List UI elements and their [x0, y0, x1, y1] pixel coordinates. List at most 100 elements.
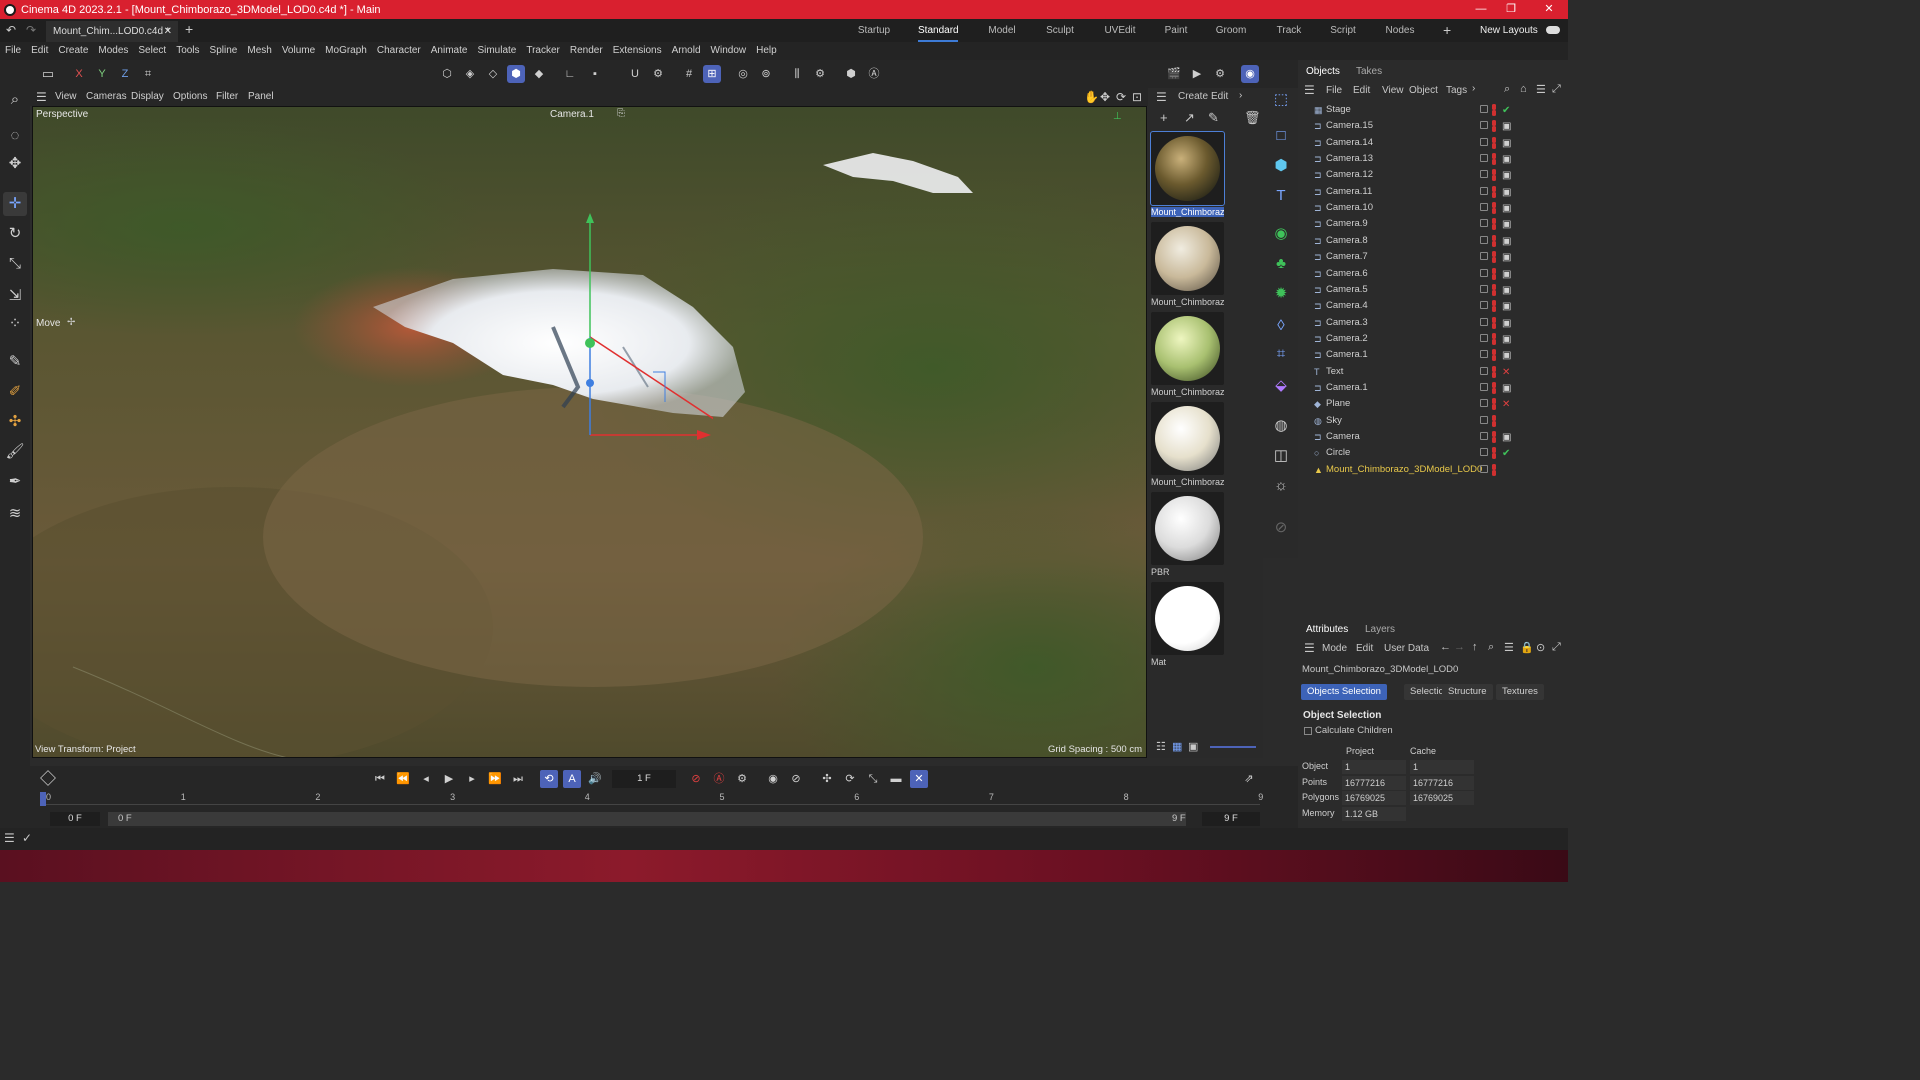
protection-tag-icon[interactable]: ▣	[1502, 430, 1511, 446]
layer-checkbox[interactable]	[1480, 366, 1488, 375]
close-button[interactable]: ✕	[1534, 0, 1564, 19]
add-tab-icon[interactable]: +	[185, 21, 193, 37]
layout-toggle[interactable]	[1546, 26, 1560, 34]
object-name[interactable]: Camera.5	[1326, 282, 1368, 298]
key-rotation-icon[interactable]: ⟳	[841, 770, 859, 788]
object-row[interactable]: ⊐ Camera.15 ▣	[1306, 118, 1564, 134]
object-row[interactable]: ⊐ Camera.14 ▣	[1306, 135, 1564, 151]
attributes-expand-icon[interactable]: ⤢	[1552, 641, 1561, 654]
document-tab[interactable]: Mount_Chim...LOD0.c4d * ✕	[46, 21, 178, 42]
objects-menu-view[interactable]: View	[1382, 85, 1404, 96]
rotate-view-icon[interactable]: ⟳	[1116, 88, 1126, 106]
maximize-view-icon[interactable]: ⊡	[1132, 88, 1142, 106]
tab-objects[interactable]: Objects	[1306, 62, 1340, 82]
lock-workplane-icon[interactable]: ⊚	[757, 65, 775, 83]
effector-icon[interactable]: ✹	[1269, 282, 1293, 306]
protection-tag-icon[interactable]: ▣	[1502, 348, 1511, 364]
object-name[interactable]: Camera.12	[1326, 167, 1373, 183]
visibility-dots-icon[interactable]	[1492, 169, 1496, 182]
start-frame-field[interactable]: 0 F	[50, 812, 100, 826]
layout-tab-paint[interactable]: Paint	[1156, 19, 1196, 42]
camera-object-icon[interactable]: ⬚	[1269, 88, 1293, 112]
object-row[interactable]: ⊐ Camera.11 ▣	[1306, 184, 1564, 200]
viewport-menu-cameras[interactable]: Cameras	[86, 88, 127, 106]
hair-tool-icon[interactable]: ≋	[3, 502, 27, 526]
objects-menu-icon[interactable]: ☰	[1304, 83, 1315, 97]
workplane-icon[interactable]: ⊞	[703, 65, 721, 83]
visibility-dots-icon[interactable]	[1492, 120, 1496, 133]
attributes-filter-icon[interactable]: ☰	[1504, 641, 1514, 654]
viewport-menu-icon[interactable]: ☰	[36, 88, 47, 106]
calculate-children-checkbox[interactable]	[1304, 727, 1312, 735]
viewport-menu-view[interactable]: View	[55, 88, 77, 106]
object-name[interactable]: Camera.2	[1326, 331, 1368, 347]
object-name[interactable]: Stage	[1326, 102, 1351, 118]
material-menu-icon[interactable]: ☰	[1156, 90, 1167, 104]
objects-menu-object[interactable]: Object	[1409, 85, 1438, 96]
layer-checkbox[interactable]	[1480, 121, 1488, 130]
timeline-ruler[interactable]	[40, 804, 1260, 805]
material-swatch[interactable]	[1150, 131, 1225, 206]
menu-mesh[interactable]: Mesh	[242, 42, 276, 60]
protection-tag-icon[interactable]: ▣	[1502, 136, 1511, 152]
layout-tab-model[interactable]: Model	[982, 19, 1022, 42]
visibility-dots-icon[interactable]	[1492, 398, 1496, 411]
visibility-dots-icon[interactable]	[1492, 349, 1496, 362]
symmetry-icon[interactable]: ⫼	[788, 65, 806, 83]
tab-attributes[interactable]: Attributes	[1306, 620, 1348, 640]
layout-tab-startup[interactable]: Startup	[854, 19, 894, 42]
menu-extensions[interactable]: Extensions	[608, 42, 667, 60]
light-icon[interactable]: ☼	[1269, 474, 1293, 498]
field-icon[interactable]: ⌗	[1269, 342, 1293, 366]
objects-menu-more-icon[interactable]: ›	[1472, 83, 1475, 94]
spline-tool-icon[interactable]: ✐	[3, 380, 27, 404]
layout-tab-script[interactable]: Script	[1323, 19, 1363, 42]
auto-keying-mode-icon[interactable]: A	[563, 770, 581, 788]
menu-window[interactable]: Window	[706, 42, 752, 60]
large-view-icon[interactable]: ▣	[1188, 740, 1198, 753]
object-row[interactable]: ⊐ Camera.5 ▣	[1306, 282, 1564, 298]
material-swatch[interactable]	[1151, 492, 1224, 565]
material-name[interactable]: Mount_Chimborazo	[1151, 297, 1224, 307]
object-name[interactable]: Camera.15	[1326, 118, 1373, 134]
layer-checkbox[interactable]	[1480, 170, 1488, 179]
next-frame-icon[interactable]: ▸	[463, 770, 481, 788]
rectangle-icon[interactable]: □	[1269, 124, 1293, 148]
visibility-dots-icon[interactable]	[1492, 300, 1496, 313]
object-name[interactable]: Camera.1	[1326, 347, 1368, 363]
add-layout-icon[interactable]: +	[1443, 22, 1451, 38]
perspective-viewport[interactable]: Perspective Camera.1 ⎘ Move ✢ ⊥ View Tra…	[32, 106, 1147, 758]
protection-tag-icon[interactable]: ▣	[1502, 152, 1511, 168]
layer-checkbox[interactable]	[1480, 186, 1488, 195]
object-name[interactable]: Sky	[1326, 413, 1342, 429]
menu-create[interactable]: Create	[53, 42, 93, 60]
objects-search-icon[interactable]: ⌕	[1504, 83, 1510, 96]
layer-checkbox[interactable]	[1480, 252, 1488, 261]
model-mode-icon[interactable]: ⬡	[438, 65, 456, 83]
protection-tag-icon[interactable]: ▣	[1502, 299, 1511, 315]
object-name[interactable]: Camera.7	[1326, 249, 1368, 265]
keyframe-selection-icon[interactable]: ◉	[764, 770, 782, 788]
objects-menu-edit[interactable]: Edit	[1353, 85, 1370, 96]
object-row[interactable]: ⊐ Camera.1 ▣	[1306, 347, 1564, 363]
visibility-dots-icon[interactable]	[1492, 234, 1496, 247]
object-row[interactable]: ⊐ Camera.7 ▣	[1306, 249, 1564, 265]
add-material-icon[interactable]: +	[1160, 110, 1168, 125]
menu-help[interactable]: Help	[751, 42, 782, 60]
menu-tracker[interactable]: Tracker	[521, 42, 565, 60]
visibility-dots-icon[interactable]	[1492, 447, 1496, 460]
text-spline-icon[interactable]: T	[1269, 184, 1293, 208]
protection-tag-icon[interactable]: ▣	[1502, 168, 1511, 184]
material-swatch[interactable]	[1151, 582, 1224, 655]
uv-mode-icon[interactable]: ◆	[530, 65, 548, 83]
back-arrow-icon[interactable]: ←	[1440, 641, 1451, 653]
render-region-icon[interactable]: 🎬	[1165, 65, 1183, 83]
delete-material-icon[interactable]: 🗑	[1244, 110, 1261, 126]
menu-tools[interactable]: Tools	[171, 42, 204, 60]
search-icon[interactable]: ⌕	[3, 88, 27, 112]
layer-checkbox[interactable]	[1480, 219, 1488, 228]
tab-takes[interactable]: Takes	[1356, 62, 1382, 82]
axis-z-toggle[interactable]: Z	[116, 65, 134, 83]
menu-character[interactable]: Character	[372, 42, 426, 60]
layer-checkbox[interactable]	[1480, 284, 1488, 293]
